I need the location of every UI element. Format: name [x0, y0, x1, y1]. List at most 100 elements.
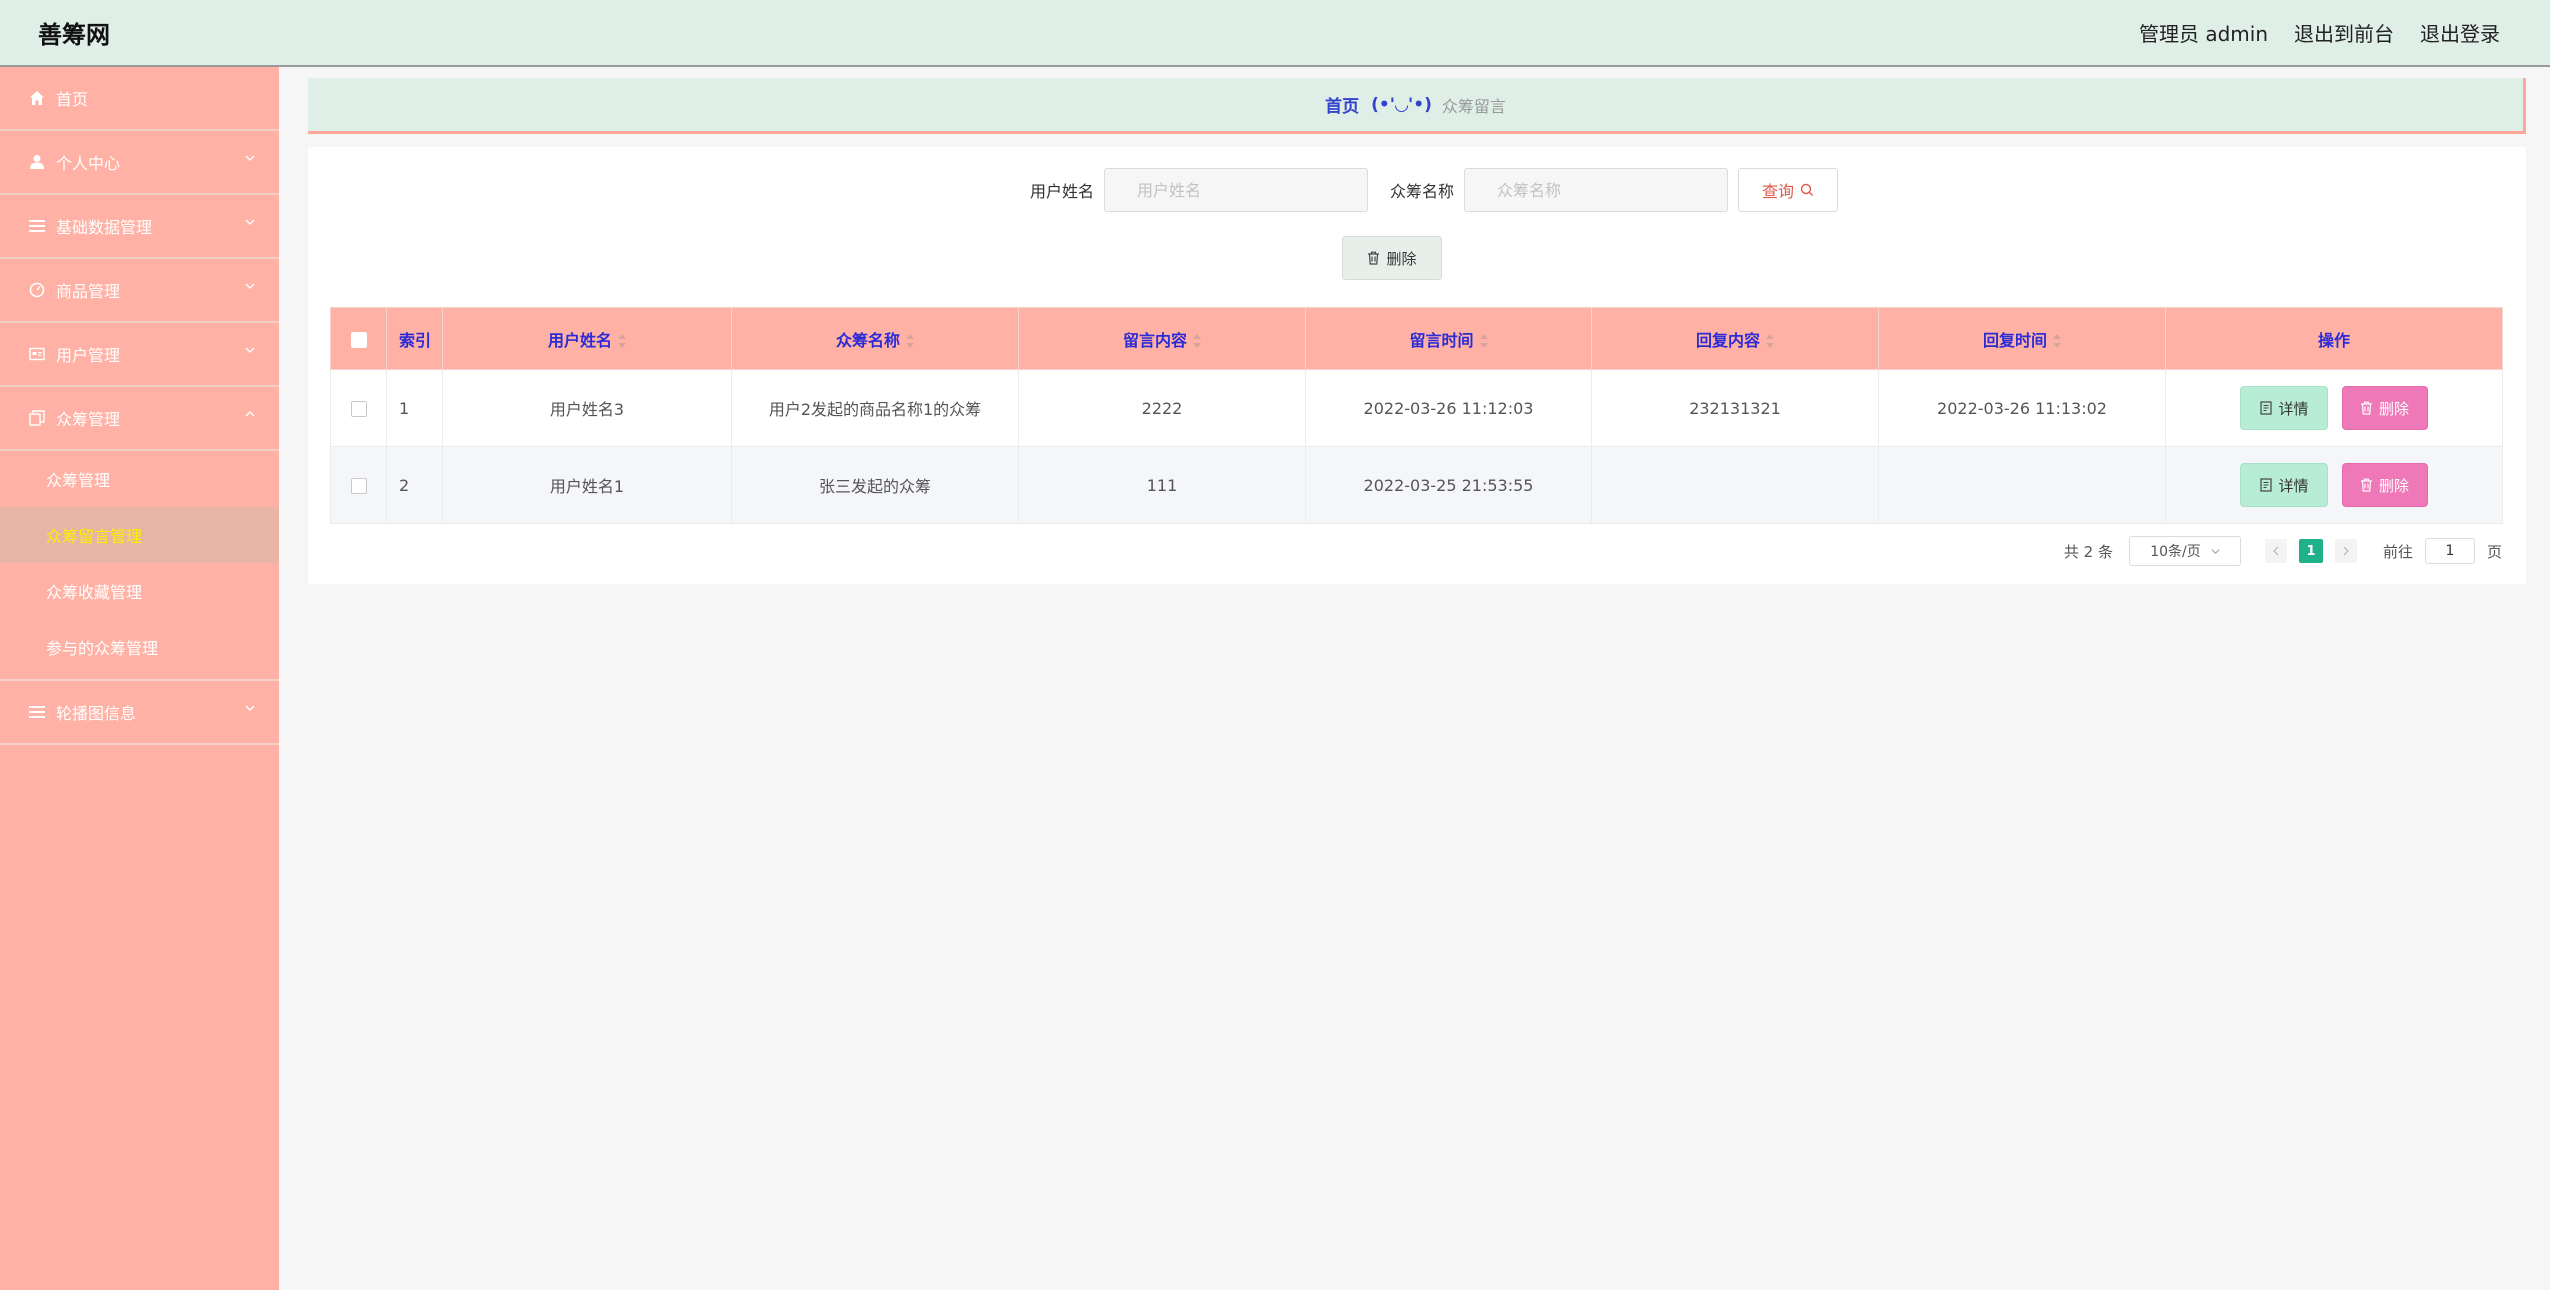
- bulk-delete-button[interactable]: 删除: [1342, 236, 1442, 280]
- crowdfunding-name-search-input[interactable]: [1464, 168, 1729, 212]
- sort-icon[interactable]: [906, 334, 914, 348]
- sort-icon[interactable]: [2053, 334, 2061, 348]
- detail-button-label: 详情: [2278, 476, 2309, 495]
- column-header-reply-content[interactable]: 回复内容: [1591, 307, 1879, 370]
- column-header-label: 回复时间: [1982, 330, 2047, 350]
- sidebar-item-crowdfunding[interactable]: 众筹管理: [0, 387, 279, 451]
- user-name-search-input[interactable]: [1104, 168, 1368, 212]
- sidebar-item-label: 轮播图信息: [56, 704, 137, 723]
- sidebar-item-label: 个人中心: [56, 154, 121, 173]
- trash-icon: [2361, 478, 2373, 492]
- sidebar-item-profile[interactable]: 个人中心: [0, 131, 279, 195]
- table-header-row: 索引 用户姓名 众筹名称 留言内容 留言时间 回复内容 回复时间 操作: [330, 307, 2503, 370]
- sidebar-item-base-data[interactable]: 基础数据管理: [0, 195, 279, 259]
- sidebar-item-goods[interactable]: 商品管理: [0, 259, 279, 323]
- column-header-label: 众筹名称: [835, 330, 900, 350]
- sidebar-item-label: 首页: [56, 90, 89, 109]
- cell-message-time: 2022-03-26 11:12:03: [1305, 369, 1592, 447]
- sidebar-item-label: 商品管理: [56, 282, 121, 301]
- column-header-label: 留言内容: [1122, 330, 1187, 350]
- detail-button[interactable]: 详情: [2240, 463, 2329, 507]
- chevron-down-icon: [245, 705, 255, 711]
- column-header-label: 留言时间: [1409, 330, 1474, 350]
- delete-button-label: 删除: [2379, 399, 2410, 418]
- cell-reply-time: [1878, 446, 2166, 524]
- table-row: 2 用户姓名1 张三发起的众筹 111 2022-03-25 21:53:55 …: [330, 446, 2503, 524]
- logout-link[interactable]: 退出登录: [2420, 18, 2500, 47]
- prev-page-button[interactable]: [2264, 539, 2287, 563]
- cell-message-content: 111: [1018, 446, 1306, 524]
- submenu-item-crowdfunding[interactable]: 众筹管理: [0, 451, 279, 507]
- cell-user-name: 用户姓名1: [442, 446, 732, 524]
- breadcrumb-emoticon: (•'◡'•): [1371, 94, 1432, 115]
- trash-icon: [2361, 401, 2373, 415]
- main-panel: 用户姓名 众筹名称 查询 删除 索引 用户姓名 众筹名称 留言内容 留言时间 回…: [308, 147, 2526, 584]
- chevron-down-icon: [245, 155, 255, 161]
- chevron-down-icon: [245, 347, 255, 353]
- column-header-message-time[interactable]: 留言时间: [1305, 307, 1592, 370]
- user-name-label: 用户姓名: [1029, 182, 1094, 201]
- sidebar-item-label: 基础数据管理: [56, 218, 153, 237]
- page-size-select[interactable]: 10条/页: [2128, 536, 2241, 566]
- pagination: 共 2 条 10条/页 1 前往 页: [2064, 536, 2502, 566]
- total-count: 共 2 条: [2063, 542, 2113, 561]
- admin-user-label: 管理员 admin: [2138, 22, 2268, 46]
- sort-icon[interactable]: [1193, 334, 1201, 348]
- submenu-item-crowdfunding-messages[interactable]: 众筹留言管理: [0, 507, 279, 563]
- column-header-label: 回复内容: [1695, 330, 1760, 350]
- id-card-icon: [26, 347, 48, 361]
- delete-button[interactable]: 删除: [2341, 386, 2428, 430]
- column-header-crowdfunding-name[interactable]: 众筹名称: [731, 307, 1019, 370]
- column-header-index: 索引: [386, 307, 443, 370]
- sort-icon[interactable]: [1766, 334, 1774, 348]
- list-icon: [26, 705, 48, 719]
- sidebar-item-users[interactable]: 用户管理: [0, 323, 279, 387]
- user-icon: [26, 154, 48, 170]
- row-checkbox[interactable]: [350, 401, 367, 417]
- submenu-item-joined-crowdfunding[interactable]: 参与的众筹管理: [0, 619, 279, 675]
- list-icon: [26, 219, 48, 233]
- detail-button[interactable]: 详情: [2240, 386, 2329, 430]
- trash-icon: [1368, 251, 1380, 265]
- column-header-message-content[interactable]: 留言内容: [1018, 307, 1306, 370]
- search-form: 用户姓名 众筹名称 查询: [308, 168, 2526, 212]
- row-select-cell[interactable]: [330, 446, 387, 524]
- submenu-item-crowdfunding-favorites[interactable]: 众筹收藏管理: [0, 563, 279, 619]
- bulk-delete-label: 删除: [1386, 249, 1417, 268]
- breadcrumb-home-link[interactable]: 首页: [1325, 92, 1359, 117]
- sort-icon[interactable]: [618, 334, 626, 348]
- messages-table: 索引 用户姓名 众筹名称 留言内容 留言时间 回复内容 回复时间 操作 1 用户…: [330, 307, 2503, 524]
- page-number-current[interactable]: 1: [2298, 539, 2323, 563]
- select-all-checkbox[interactable]: [350, 331, 367, 348]
- breadcrumb-current: 众筹留言: [1441, 96, 1506, 116]
- document-icon: [2260, 401, 2273, 415]
- sidebar-item-home[interactable]: 首页: [0, 67, 279, 131]
- cell-reply-content: 232131321: [1591, 369, 1879, 447]
- sidebar: 首页 个人中心 基础数据管理 商品管理 用户管理 众筹管理 众筹管理 众筹留言管…: [0, 67, 279, 1290]
- dashboard-icon: [26, 282, 48, 298]
- row-select-cell[interactable]: [330, 369, 387, 447]
- delete-button-label: 删除: [2379, 476, 2410, 495]
- back-to-front-link[interactable]: 退出到前台: [2294, 18, 2394, 47]
- query-button[interactable]: 查询: [1738, 168, 1839, 212]
- column-header-user-name[interactable]: 用户姓名: [442, 307, 732, 370]
- delete-button[interactable]: 删除: [2341, 463, 2428, 507]
- brand-title: 善筹网: [38, 21, 110, 49]
- sidebar-item-carousel[interactable]: 轮播图信息: [0, 681, 279, 745]
- cell-actions: 详情 删除: [2165, 369, 2503, 447]
- search-icon: [1800, 183, 1814, 196]
- goto-page-input[interactable]: [2424, 538, 2475, 564]
- copy-icon: [26, 410, 48, 426]
- cell-message-time: 2022-03-25 21:53:55: [1305, 446, 1592, 524]
- row-checkbox[interactable]: [350, 478, 367, 494]
- cell-reply-time: 2022-03-26 11:13:02: [1878, 369, 2166, 447]
- select-all-cell[interactable]: [330, 307, 387, 370]
- column-header-reply-time[interactable]: 回复时间: [1878, 307, 2166, 370]
- top-bar: 善筹网 管理员 admin 退出到前台 退出登录: [0, 0, 2550, 67]
- next-page-button[interactable]: [2334, 539, 2357, 563]
- top-nav: 管理员 admin 退出到前台 退出登录: [2139, 18, 2500, 47]
- query-button-label: 查询: [1762, 182, 1795, 201]
- sort-icon[interactable]: [1479, 334, 1488, 348]
- cell-crowdfunding-name: 用户2发起的商品名称1的众筹: [731, 369, 1019, 447]
- chevron-down-icon: [245, 283, 255, 289]
